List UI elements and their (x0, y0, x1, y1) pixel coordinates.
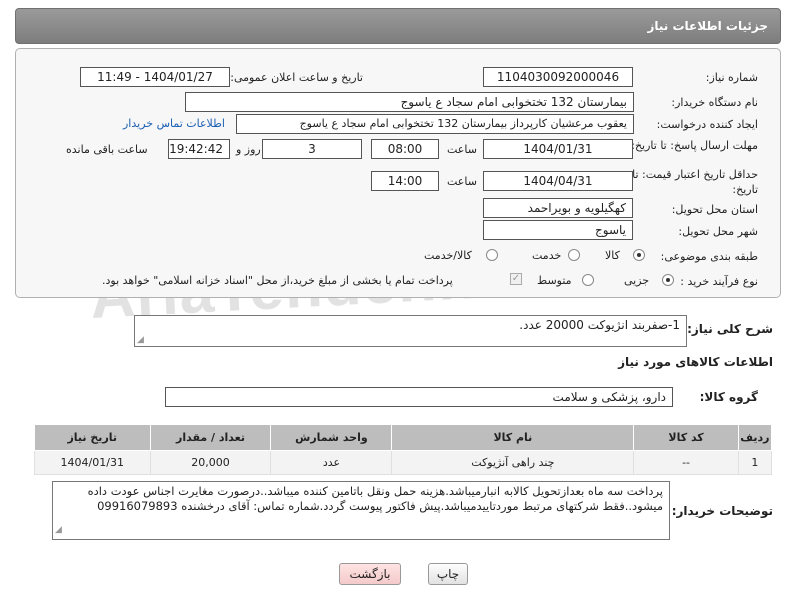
creator-field: یعقوب مرعشیان کارپرداز بیمارستان 132 تخت… (236, 114, 634, 134)
contact-info-link[interactable]: اطلاعات تماس خریدار (123, 117, 225, 130)
category-option-service: خدمت (532, 249, 562, 262)
city-field: یاسوج (483, 220, 633, 240)
days-field: 3 (262, 139, 362, 159)
table-row: 1 -- چند راهی آنژیوکت عدد 20,000 1404/01… (34, 450, 773, 475)
process-option-minor: جزیی (624, 274, 650, 287)
buyer-notes-label: توضیحات خریدار: (671, 504, 773, 518)
deadline-label: مهلت ارسال پاسخ: تا تاریخ: (631, 139, 758, 152)
category-radio-service[interactable] (568, 249, 580, 261)
announce-field: 1404/01/27 - 11:49 (80, 67, 230, 87)
description-label: شرح کلی نیاز: (687, 322, 773, 336)
payment-checkbox[interactable]: ✓ (510, 273, 522, 285)
cell-row: 1 (737, 450, 773, 475)
process-radio-medium[interactable] (582, 274, 594, 286)
cell-name: چند راهی آنژیوکت (391, 450, 635, 475)
goods-group-field: دارو، پزشکی و سلامت (165, 387, 673, 407)
buyer-notes-text: پرداخت سه ماه بعدازتحویل کالابه انبارمیب… (87, 484, 663, 513)
category-option-goods: کالا (605, 249, 620, 262)
payment-note: پرداخت تمام یا بخشی از مبلغ خرید،از محل … (102, 274, 453, 287)
goods-group-label: گروه کالا: (699, 390, 758, 404)
validity-time-field: 14:00 (371, 171, 439, 191)
category-label: طبقه بندی موضوعی: (660, 250, 758, 263)
items-table: ردیف کد کالا نام کالا واحد شمارش تعداد /… (34, 424, 773, 475)
process-label: نوع فرآیند خرید : (680, 275, 758, 288)
province-label: استان محل تحویل: (671, 203, 758, 216)
print-button[interactable]: چاپ (428, 563, 468, 585)
back-button[interactable]: بازگشت (339, 563, 401, 585)
col-quantity: تعداد / مقدار (149, 424, 272, 451)
resize-grip-icon[interactable]: ◢ (137, 335, 144, 345)
resize-grip-icon[interactable]: ◢ (55, 523, 62, 538)
category-radio-goods-service[interactable] (486, 249, 498, 261)
creator-label: ایجاد کننده درخواست: (656, 118, 758, 131)
city-label: شهر محل تحویل: (678, 225, 758, 238)
page-header: جزئیات اطلاعات نیاز (15, 8, 781, 44)
remaining-time-field: 19:42:42 (168, 139, 230, 159)
cell-quantity: 20,000 (149, 450, 272, 475)
deadline-time-label: ساعت (447, 143, 477, 156)
announce-value: 1404/01/27 - 11:49 (97, 70, 213, 84)
goods-section-title: اطلاعات کالاهای مورد نیاز (618, 355, 773, 369)
col-name: نام کالا (391, 424, 635, 451)
description-textarea[interactable]: 1-صفربند انژیوکت 20000 عدد. ◢ (134, 315, 687, 347)
buyer-org-field: بیمارستان 132 تختخوابی امام سجاد ع یاسوج (185, 92, 634, 112)
announce-label: تاریخ و ساعت اعلان عمومی: (230, 71, 363, 84)
remaining-label: ساعت باقی مانده (66, 143, 148, 156)
col-date: تاریخ نیاز (34, 424, 151, 451)
buyer-org-label: نام دستگاه خریدار: (671, 96, 758, 109)
cell-code: -- (633, 450, 739, 475)
col-row: ردیف (737, 424, 773, 451)
col-code: کد کالا (633, 424, 739, 451)
validity-date-field: 1404/04/31 (483, 171, 633, 191)
col-unit: واحد شمارش (270, 424, 393, 451)
need-number-label: شماره نیاز: (705, 71, 758, 84)
province-field: کهگیلویه و بویراحمد (483, 198, 633, 218)
table-header-row: ردیف کد کالا نام کالا واحد شمارش تعداد /… (34, 424, 773, 451)
description-text: 1-صفربند انژیوکت 20000 عدد. (519, 318, 680, 332)
page-title: جزئیات اطلاعات نیاز (647, 19, 768, 33)
process-option-medium: متوسط (537, 274, 572, 287)
cell-unit: عدد (270, 450, 393, 475)
category-option-goods-service: کالا/خدمت (424, 249, 472, 262)
need-number-field: 1104030092000046 (483, 67, 633, 87)
cell-date: 1404/01/31 (34, 450, 151, 475)
validity-time-label: ساعت (447, 175, 477, 188)
deadline-time-field: 08:00 (371, 139, 439, 159)
days-label: روز و (236, 143, 261, 156)
deadline-date-field: 1404/01/31 (483, 139, 633, 159)
process-radio-minor[interactable] (662, 274, 674, 286)
category-radio-goods[interactable] (633, 249, 645, 261)
buyer-notes-textarea[interactable]: پرداخت سه ماه بعدازتحویل کالابه انبارمیب… (52, 481, 670, 540)
